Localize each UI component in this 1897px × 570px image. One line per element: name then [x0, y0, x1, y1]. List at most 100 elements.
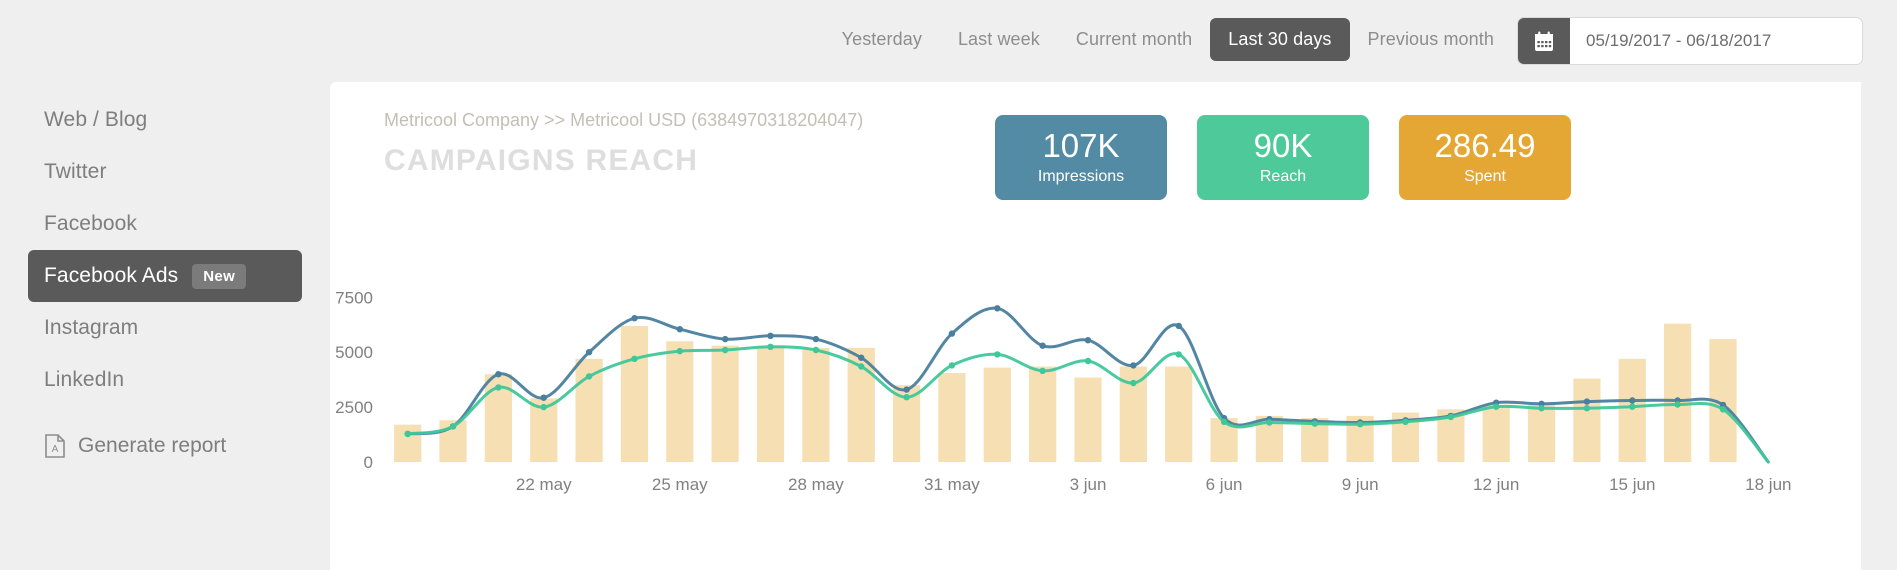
kpi-cards: 107K Impressions 90K Reach 286.49 Spent [995, 115, 1571, 200]
chart-data-point[interactable] [1629, 403, 1636, 410]
chart-bar [711, 345, 739, 462]
pdf-file-icon: A [44, 434, 66, 458]
chart-canvas: 0 2500 5000 7500 22 may 25 may 28 may 31 may 3 j… [335, 288, 1791, 494]
kpi-card-impressions: 107K Impressions [995, 115, 1167, 200]
sidebar-item-linkedin[interactable]: LinkedIn [28, 354, 302, 406]
top-bar: Yesterday Last week Current month Last 30 d… [0, 0, 1897, 82]
chart-data-point[interactable] [1629, 397, 1636, 404]
chart-data-point[interactable] [1266, 419, 1273, 426]
y-axis-tick-label: 5000 [335, 343, 373, 362]
chart-data-point[interactable] [767, 343, 774, 350]
chart-data-point[interactable] [1175, 351, 1182, 358]
chart-data-point[interactable] [631, 355, 638, 362]
sidebar-item-label: Web / Blog [44, 108, 148, 131]
chart-bar [1165, 366, 1193, 462]
y-axis-tick-label: 7500 [335, 288, 373, 307]
chart-data-point[interactable] [767, 332, 774, 339]
range-tab-previous-month[interactable]: Previous month [1350, 18, 1512, 61]
app-root: Yesterday Last week Current month Last 30 d… [0, 0, 1897, 570]
chart-data-point[interactable] [858, 363, 865, 370]
kpi-value: 90K [1253, 127, 1313, 165]
chart-data-point[interactable] [1719, 406, 1727, 413]
x-axis-tick-label: 28 may [788, 475, 844, 494]
chart-data-point[interactable] [1674, 401, 1681, 408]
sidebar-item-generate-report[interactable]: A Generate report [28, 420, 302, 472]
chart-data-point[interactable] [994, 305, 1001, 312]
kpi-label: Reach [1259, 167, 1307, 185]
chart-data-point[interactable] [404, 430, 411, 438]
chart-data-point[interactable] [1084, 357, 1092, 365]
sidebar-item-label: Facebook Ads [44, 264, 179, 287]
x-axis-tick-label: 9 jun [1342, 475, 1379, 494]
chart-data-point[interactable] [495, 371, 502, 378]
chart-data-point[interactable] [858, 354, 865, 361]
sidebar-item-label: Instagram [44, 316, 139, 339]
chart-data-point[interactable] [676, 347, 683, 355]
chart-data-point[interactable] [495, 384, 502, 391]
chart-bar [938, 373, 966, 462]
chart-data-point[interactable] [540, 394, 547, 401]
x-axis-tick-label: 25 may [652, 475, 708, 494]
chart-data-point[interactable] [948, 330, 956, 337]
calendar-icon[interactable] [1518, 18, 1570, 64]
chart-data-point[interactable] [903, 394, 910, 401]
chart-data-point[interactable] [449, 423, 457, 430]
sidebar-item-twitter[interactable]: Twitter [28, 146, 302, 198]
chart-data-point[interactable] [676, 326, 683, 333]
chart-data-point[interactable] [903, 386, 910, 393]
chart-bar [983, 367, 1011, 462]
x-axis-tick-label: 12 jun [1473, 475, 1519, 494]
sidebar-item-badge: New [192, 263, 247, 289]
sidebar-item-label: Generate report [78, 434, 227, 457]
chart-bar [802, 347, 830, 462]
date-range-picker[interactable] [1518, 18, 1862, 64]
chart-data-point[interactable] [994, 351, 1001, 358]
chart-data-point[interactable] [1311, 420, 1318, 427]
chart-data-point[interactable] [1039, 342, 1046, 349]
x-axis-tick-label: 15 jun [1609, 475, 1655, 494]
range-tab-yesterday[interactable]: Yesterday [824, 18, 940, 61]
chart-data-point[interactable] [1084, 337, 1092, 344]
range-tab-last-week[interactable]: Last week [940, 18, 1058, 61]
chart-data-point[interactable] [1130, 379, 1137, 387]
chart-data-point[interactable] [948, 362, 956, 369]
sidebar-item-facebook[interactable]: Facebook [28, 198, 302, 250]
range-tab-current-month[interactable]: Current month [1058, 18, 1210, 61]
kpi-value: 286.49 [1434, 127, 1536, 165]
chart-data-point[interactable] [585, 373, 593, 380]
chart-data-point[interactable] [722, 346, 729, 354]
range-tab-last-30-days[interactable]: Last 30 days [1210, 18, 1350, 61]
chart-data-point[interactable] [1447, 413, 1455, 421]
chart-data-point[interactable] [1220, 418, 1228, 425]
chart-data-point[interactable] [1130, 362, 1137, 369]
sidebar-item-instagram[interactable]: Instagram [28, 302, 302, 354]
chart-data-point[interactable] [1583, 398, 1591, 405]
chart-data-point[interactable] [1402, 418, 1409, 425]
main-panel: Metricool Company >> Metricool USD (6384… [330, 82, 1861, 570]
y-axis-tick-label: 0 [364, 453, 373, 472]
date-range-input[interactable] [1570, 18, 1862, 64]
sidebar-item-web-blog[interactable]: Web / Blog [28, 94, 302, 146]
sidebar-item-facebook-ads[interactable]: Facebook Ads New [28, 250, 302, 302]
chart-data-point[interactable] [812, 346, 820, 354]
chart-data-point[interactable] [812, 335, 820, 343]
chart-data-point[interactable] [1583, 405, 1591, 412]
chart-data-point[interactable] [1175, 322, 1182, 330]
breadcrumb: Metricool Company >> Metricool USD (6384… [384, 110, 864, 130]
chart-data-point[interactable] [722, 335, 729, 343]
chart-bar [394, 424, 422, 462]
chart-data-point[interactable] [1356, 421, 1364, 428]
sidebar-item-label: Facebook [44, 212, 138, 235]
x-axis-tick-label: 31 may [924, 475, 980, 494]
chart-data-point[interactable] [1538, 405, 1545, 412]
chart-data-point[interactable] [585, 349, 593, 356]
chart-data-point[interactable] [631, 315, 638, 322]
chart-data-point[interactable] [1493, 403, 1500, 410]
sidebar: Web / Blog Twitter Facebook Facebook Ads New… [0, 82, 330, 570]
chart-data-point[interactable] [1039, 367, 1046, 375]
chart-bar [1573, 378, 1601, 462]
chart-data-point[interactable] [540, 403, 547, 411]
chart-bar [1482, 404, 1510, 462]
sidebar-nav: Web / Blog Twitter Facebook Facebook Ads New… [0, 94, 330, 406]
y-axis-tick-label: 2500 [335, 398, 373, 417]
